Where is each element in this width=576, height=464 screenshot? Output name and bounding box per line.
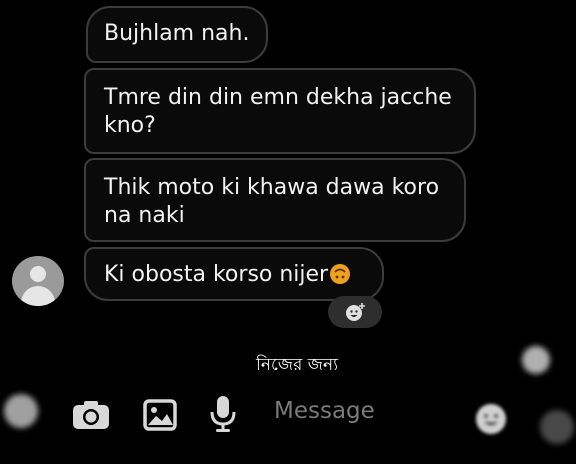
blur-particle — [522, 346, 550, 374]
camera-icon — [73, 401, 109, 429]
message-bubble[interactable]: Tmre din din emn dekha jacche kno? — [84, 68, 476, 154]
camera-button[interactable] — [70, 398, 112, 432]
blur-particle — [4, 394, 38, 428]
upside-down-face-icon — [330, 264, 351, 284]
message-bubble[interactable]: Thik moto ki khawa dawa koro na naki — [84, 158, 466, 242]
person-icon — [30, 266, 46, 282]
message-text: Thik moto ki khawa dawa koro na naki — [104, 175, 440, 228]
sender-avatar[interactable] — [12, 256, 64, 306]
message-bubble[interactable]: Ki obosta korso nijer — [84, 247, 384, 301]
caption-text: নিজের জন্য — [256, 355, 339, 375]
message-text: Tmre din din emn dekha jacche kno? — [104, 85, 452, 138]
emoji-icon[interactable] — [474, 402, 508, 436]
microphone-button[interactable] — [208, 394, 238, 434]
message-text: Bujhlam nah. — [104, 21, 250, 46]
message-input[interactable]: Message — [274, 398, 375, 424]
add-reaction-button[interactable] — [328, 296, 382, 328]
gallery-icon — [143, 399, 177, 431]
person-icon-body — [21, 286, 55, 306]
message-bubble[interactable]: Bujhlam nah. — [86, 6, 268, 63]
microphone-icon — [210, 396, 236, 432]
gallery-button[interactable] — [142, 398, 178, 432]
message-text: Ki obosta korso nijer — [104, 262, 329, 287]
add-emoji-icon — [346, 303, 365, 321]
blur-particle — [540, 410, 574, 444]
